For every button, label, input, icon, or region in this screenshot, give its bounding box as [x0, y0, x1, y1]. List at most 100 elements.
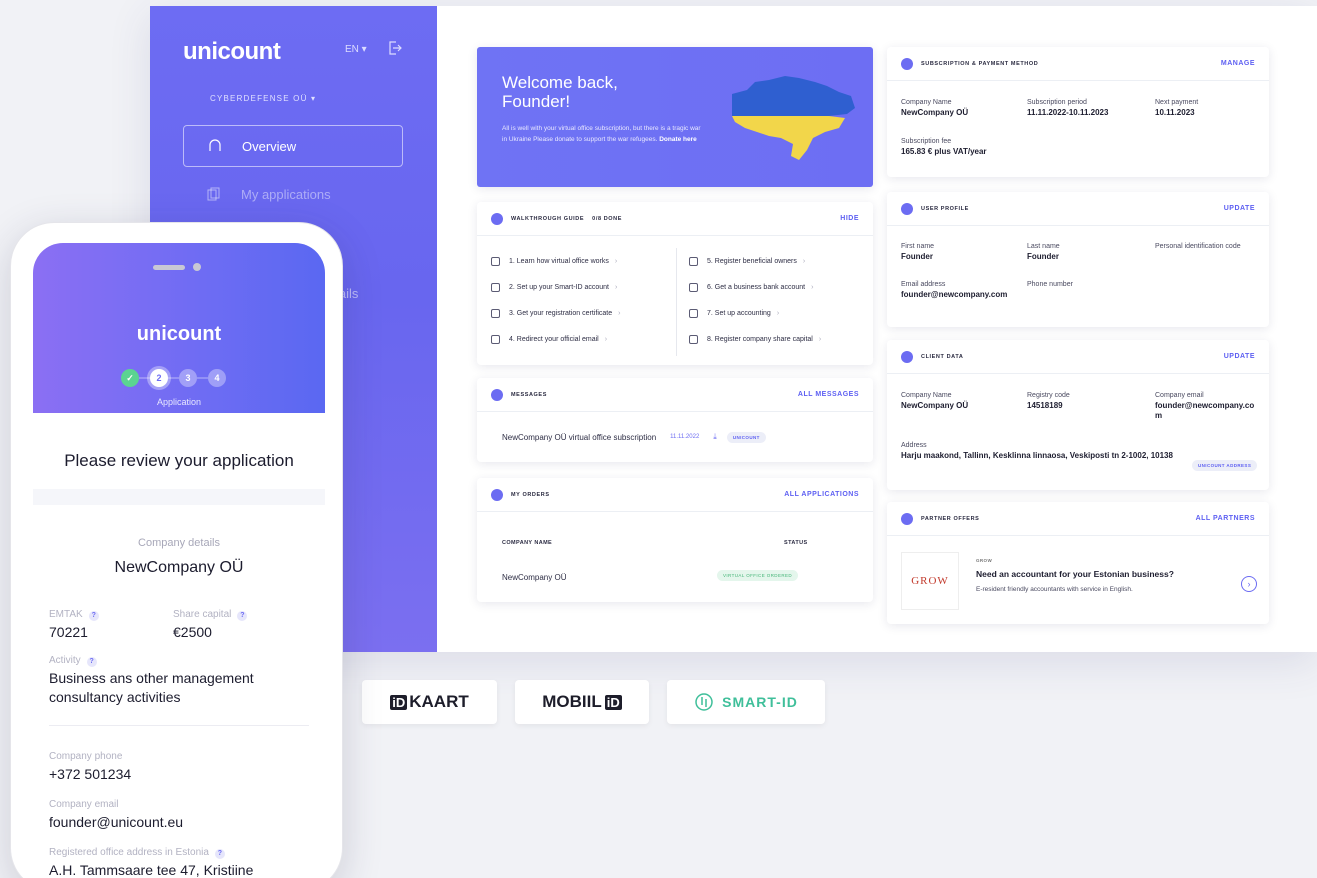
update-client-link[interactable]: UPDATE	[1224, 353, 1255, 360]
chevron-right-icon: ›	[614, 258, 618, 265]
manage-link[interactable]: MANAGE	[1221, 60, 1255, 67]
smart-id-icon	[695, 693, 713, 711]
partner-header: PARTNER OFFERS ALL PARTNERS	[887, 502, 1269, 536]
walkthrough-title: WALKTHROUGH GUIDE	[511, 215, 585, 222]
step-4: 4	[208, 369, 226, 387]
ukraine-map-icon	[732, 76, 855, 160]
checkbox[interactable]	[689, 309, 698, 318]
checklist-item[interactable]: 2. Set up your Smart-ID account ›	[491, 283, 617, 292]
checkbox[interactable]	[491, 257, 500, 266]
checklist-item[interactable]: 8. Register company share capital ›	[689, 335, 821, 344]
id-kaart-logo: iD KAART	[362, 680, 497, 724]
language-select[interactable]: EN ▾	[345, 44, 367, 55]
step-2-current: 2	[150, 369, 168, 387]
company-phone-value: +372 501234	[49, 766, 132, 782]
guide-icon	[491, 212, 503, 225]
welcome-text: All is well with your virtual office sub…	[502, 125, 701, 143]
activity-label: Activity?	[49, 655, 97, 667]
review-sheet: Please review your application Company d…	[33, 429, 325, 878]
help-icon[interactable]: ?	[214, 849, 225, 859]
grow-logo[interactable]: GROW	[901, 552, 959, 610]
client-icon	[901, 350, 913, 363]
order-company-name[interactable]: NewCompany OÜ	[502, 573, 566, 582]
hide-button[interactable]: HIDE	[840, 215, 859, 222]
checklist-item[interactable]: 6. Get a business bank account ›	[689, 283, 813, 292]
share-capital-value: €2500	[173, 624, 212, 640]
partner-icon	[901, 512, 913, 525]
subscription-header: SUBSCRIPTION & PAYMENT METHOD MANAGE	[887, 47, 1269, 81]
checkbox[interactable]	[491, 283, 500, 292]
sidebar-item-label: My applications	[241, 186, 331, 202]
smart-id-logo: SMART-ID	[667, 680, 825, 724]
sidebar-item-label: Overview	[242, 138, 297, 154]
checklist-item[interactable]: 7. Set up accounting ›	[689, 309, 779, 318]
messages-card: MESSAGES ALL MESSAGES NewCompany OÜ virt…	[477, 378, 873, 462]
update-profile-link[interactable]: UPDATE	[1224, 205, 1255, 212]
checkbox[interactable]	[491, 335, 500, 344]
help-icon[interactable]: ?	[88, 611, 99, 621]
walkthrough-header: WALKTHROUGH GUIDE 0/8 DONE HIDE	[477, 202, 873, 236]
walkthrough-card: WALKTHROUGH GUIDE 0/8 DONE HIDE 1. Learn …	[477, 202, 873, 365]
checklist-item[interactable]: 5. Register beneficial owners ›	[689, 257, 805, 266]
checkbox[interactable]	[689, 257, 698, 266]
messages-header: MESSAGES ALL MESSAGES	[477, 378, 873, 412]
divider	[49, 725, 309, 726]
step-indicator: ✓ 2 3 4	[121, 369, 226, 387]
chevron-right-icon: ›	[604, 336, 608, 343]
download-icon[interactable]: ⤓	[713, 432, 717, 442]
checklist-item[interactable]: 4. Redirect your official email ›	[491, 335, 607, 344]
offer-title[interactable]: Need an accountant for your Estonian bus…	[976, 569, 1174, 579]
checklist-item[interactable]: 1. Learn how virtual office works ›	[491, 257, 617, 266]
company-select[interactable]: CYBERDEFENSE OÜ ▾	[210, 94, 316, 103]
arrow-right-icon[interactable]: ›	[1241, 576, 1257, 592]
emtak-label: EMTAK?	[49, 609, 99, 621]
phone-speaker	[153, 265, 185, 270]
checkbox[interactable]	[689, 283, 698, 292]
client-data-card: CLIENT DATA UPDATE Company Name NewCompan…	[887, 340, 1269, 490]
chevron-right-icon: ›	[776, 310, 780, 317]
welcome-banner: Welcome back, Founder! All is well with …	[477, 47, 873, 187]
orders-card: MY ORDERS ALL APPLICATIONS COMPANY NAME …	[477, 478, 873, 602]
office-address-value: A.H. Tammsaare tee 47, Kristiine	[49, 862, 254, 878]
chevron-right-icon: ›	[818, 336, 822, 343]
divider	[676, 248, 677, 356]
help-icon[interactable]: ?	[86, 657, 97, 667]
checkbox[interactable]	[689, 335, 698, 344]
chevron-right-icon: ›	[811, 284, 814, 291]
documents-icon	[207, 187, 220, 201]
donate-link[interactable]: Donate here	[659, 136, 697, 143]
checklist-item[interactable]: 3. Get your registration certificate ›	[491, 309, 620, 318]
all-partners-link[interactable]: ALL PARTNERS	[1196, 515, 1255, 522]
logout-icon[interactable]	[388, 41, 402, 55]
message-subject: NewCompany OÜ virtual office subscriptio…	[502, 432, 657, 442]
all-applications-link[interactable]: ALL APPLICATIONS	[784, 491, 859, 498]
phone-brand-logo: unicount	[136, 323, 222, 345]
company-email-label: Company email	[49, 799, 119, 810]
next-payment: Next payment 10.11.2023	[1155, 99, 1199, 117]
sidebar-item-my-applications[interactable]: My applications	[183, 173, 403, 215]
messages-title: MESSAGES	[511, 391, 547, 398]
company-phone-label: Company phone	[49, 751, 123, 762]
sidebar-item-overview[interactable]: Overview	[183, 125, 403, 167]
mobiil-id-logo: MOBIIL iD	[515, 680, 649, 724]
home-icon	[209, 139, 221, 151]
user-email: Email address founder@newcompany.com	[901, 281, 1008, 299]
client-email: Company email founder@newcompany.com	[1155, 392, 1255, 420]
brand-logo[interactable]: unicount	[183, 38, 281, 66]
orders-title: MY ORDERS	[511, 491, 550, 498]
profile-title: USER PROFILE	[921, 205, 969, 212]
chevron-right-icon: ›	[615, 284, 618, 291]
subscription-company: Company Name NewCompany OÜ	[901, 99, 969, 117]
phone-mockup: unicount ✓ 2 3 4 Application Please revi…	[10, 222, 343, 878]
help-icon[interactable]: ?	[237, 611, 248, 621]
user-icon	[901, 202, 913, 215]
message-row[interactable]: NewCompany OÜ virtual office subscriptio…	[477, 412, 873, 462]
orders-icon	[491, 488, 503, 501]
address-badge: UNICOUNT ADDRESS	[1192, 460, 1258, 471]
step-3: 3	[179, 369, 197, 387]
phone-screen: unicount ✓ 2 3 4 Application Please revi…	[33, 243, 325, 878]
chevron-right-icon: ›	[802, 258, 806, 265]
all-messages-link[interactable]: ALL MESSAGES	[798, 391, 859, 398]
client-title: CLIENT DATA	[921, 353, 964, 360]
checkbox[interactable]	[491, 309, 500, 318]
